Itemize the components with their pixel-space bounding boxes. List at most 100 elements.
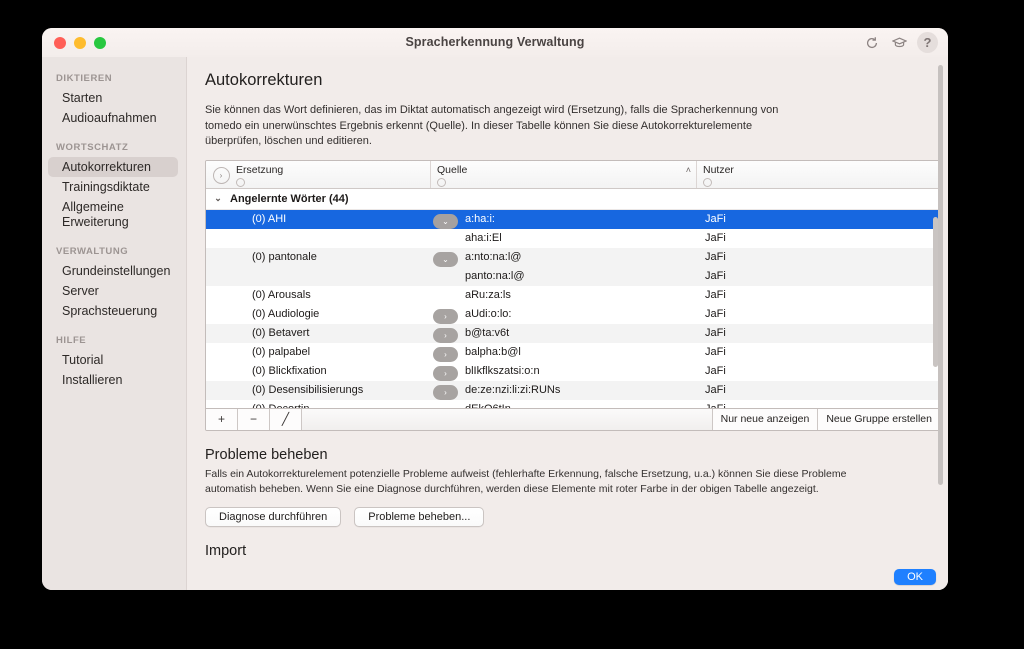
table-group-label: Angelernte Wörter (44) xyxy=(230,192,349,205)
graduation-cap-icon-svg xyxy=(892,37,907,48)
cell-quelle-text: aha:i:El xyxy=(465,232,502,244)
sidebar: DIKTIEREN Starten Audioaufnahmen WORTSCH… xyxy=(42,57,187,590)
content-scrollbar[interactable] xyxy=(937,63,944,586)
cell-nutzer: JaFi xyxy=(705,270,726,282)
sidebar-item-server[interactable]: Server xyxy=(48,281,178,301)
graduation-cap-icon[interactable] xyxy=(889,32,910,53)
cell-ersetzung: (0) Decortin xyxy=(230,403,431,408)
sidebar-item-starten[interactable]: Starten xyxy=(48,88,178,108)
problems-heading: Probleme beheben xyxy=(205,446,328,463)
table-row[interactable]: (0) Blickfixation › blIkflkszatsi:o:n Ja… xyxy=(206,362,940,381)
cell-quelle: ⌄ a:nto:na:l@ xyxy=(431,251,697,267)
add-button[interactable]: + xyxy=(206,408,238,430)
cell-quelle-text: panto:na:l@ xyxy=(465,270,525,282)
cell-ersetzung: (0) pantonale xyxy=(252,251,317,263)
cell-quelle: › balpha:b@l xyxy=(431,346,697,362)
column-header-quelle[interactable]: Quelle ˄ xyxy=(431,160,697,188)
table-row[interactable]: panto:na:l@ JaFi xyxy=(206,266,940,286)
show-new-only-button[interactable]: Nur neue anzeigen xyxy=(711,408,818,430)
cell-nutzer: JaFi xyxy=(705,346,726,358)
sidebar-item-installieren[interactable]: Installieren xyxy=(48,370,178,390)
cell-quelle-text: dEkO6tIn xyxy=(465,403,511,408)
app-window: Spracherkennung Verwaltung ? DIKTIEREN S… xyxy=(42,28,948,590)
sidebar-item-allgemeine-erweiterung[interactable]: Allgemeine Erweiterung xyxy=(48,197,178,232)
cell-quelle-text: blIkflkszatsi:o:n xyxy=(465,365,540,377)
chevron-down-icon[interactable]: ⌄ xyxy=(433,214,458,229)
table-row[interactable]: (0) palpabel › balpha:b@l JaFi xyxy=(206,343,940,362)
fix-problems-button[interactable]: Probleme beheben... xyxy=(354,506,485,527)
cell-quelle-text: a:ha:i: xyxy=(465,213,495,225)
cell-quelle: ⌄ a:ha:i: xyxy=(431,213,697,229)
table-row[interactable]: (0) pantonale ⌄ a:nto:na:l@ JaFi xyxy=(206,247,940,267)
cell-nutzer: JaFi xyxy=(705,308,726,320)
cell-quelle-text: b@ta:v6t xyxy=(465,327,510,339)
sidebar-group-title: DIKTIEREN xyxy=(56,73,113,84)
cell-quelle-text: de:ze:nzi:li:zi:RUNs xyxy=(465,384,561,396)
cell-quelle: panto:na:l@ xyxy=(431,270,697,282)
chevron-right-icon[interactable]: › xyxy=(433,347,458,362)
sidebar-item-tutorial[interactable]: Tutorial xyxy=(48,350,178,370)
column-header-nutzer[interactable]: Nutzer xyxy=(697,161,940,188)
filter-circle-icon xyxy=(236,177,245,187)
sidebar-group-verwaltung: VERWALTUNG Grundeinstellungen Server Spr… xyxy=(42,246,186,321)
chevron-right-icon[interactable]: › xyxy=(433,366,458,381)
edit-button[interactable]: ╱ xyxy=(270,408,302,430)
sidebar-group-hilfe: HILFE Tutorial Installieren xyxy=(42,335,186,390)
sidebar-item-trainingsdiktate[interactable]: Trainingsdiktate xyxy=(48,177,178,197)
table-row[interactable]: (0) Arousals aRu:za:ls JaFi xyxy=(206,286,940,305)
filter-circle-icon xyxy=(437,177,446,187)
cell-ersetzung: (0) AHI xyxy=(252,213,287,225)
cell-quelle: › de:ze:nzi:li:zi:RUNs xyxy=(431,384,697,400)
sidebar-item-audioaufnahmen[interactable]: Audioaufnahmen xyxy=(48,108,178,128)
sidebar-item-grundeinstellungen[interactable]: Grundeinstellungen xyxy=(48,261,178,281)
cell-nutzer: JaFi xyxy=(705,232,726,244)
problems-button-row: Diagnose durchführen Probleme beheben... xyxy=(205,506,926,527)
chevron-right-icon[interactable]: › xyxy=(433,309,458,324)
table-row[interactable]: (0) Desensibilisierungs › de:ze:nzi:li:z… xyxy=(206,380,940,400)
chevron-down-icon[interactable]: ⌄ xyxy=(206,193,230,204)
refresh-icon[interactable] xyxy=(861,32,882,53)
chevron-down-icon[interactable]: ⌄ xyxy=(433,252,458,267)
cell-nutzer: JaFi xyxy=(705,384,726,396)
content-pane: Autokorrekturen Sie können das Wort defi… xyxy=(187,57,948,590)
bottom-bar: OK xyxy=(187,563,948,590)
column-header-ersetzung[interactable]: Ersetzung xyxy=(230,160,431,188)
table-group-row[interactable]: ⌄ Angelernte Wörter (44) xyxy=(206,188,940,210)
cell-quelle-text: balpha:b@l xyxy=(465,346,521,358)
chevron-right-icon[interactable]: › xyxy=(433,328,458,343)
sidebar-group-diktieren: DIKTIEREN Starten Audioaufnahmen xyxy=(42,73,186,128)
table-header-row: › Ersetzung Quelle ˄ Nutzer xyxy=(206,160,940,189)
new-group-button[interactable]: Neue Gruppe erstellen xyxy=(817,408,940,430)
ok-button[interactable]: OK xyxy=(894,569,936,585)
content-inner: Autokorrekturen Sie können das Wort defi… xyxy=(187,57,948,590)
refresh-icon-svg xyxy=(866,36,877,48)
table-toolbar: + − ╱ Nur neue anzeigen Neue Gruppe erst… xyxy=(206,407,940,430)
sidebar-item-autokorrekturen[interactable]: Autokorrekturen xyxy=(48,157,178,177)
cell-nutzer: JaFi xyxy=(705,365,726,377)
table-row[interactable]: aha:i:El JaFi xyxy=(206,229,940,248)
cell-nutzer: JaFi xyxy=(705,251,726,263)
cell-quelle: › aUdi:o:lo: xyxy=(431,308,697,324)
table-row[interactable]: (0) Decortin dEkO6tIn JaFi xyxy=(206,400,940,408)
remove-button[interactable]: − xyxy=(238,408,270,430)
cell-ersetzung: (0) Desensibilisierungs xyxy=(252,384,364,396)
chevron-right-icon[interactable]: › xyxy=(433,385,458,400)
table-disclosure-header[interactable]: › xyxy=(206,161,230,188)
table-row[interactable]: (0) AHI ⌄ a:ha:i: JaFi xyxy=(206,209,940,229)
page-description: Sie können das Wort definieren, das im D… xyxy=(205,104,779,147)
cell-nutzer: JaFi xyxy=(697,403,940,408)
column-header-label: Ersetzung xyxy=(236,163,284,176)
table-row[interactable]: (0) Audiologie › aUdi:o:lo: JaFi xyxy=(206,305,940,324)
table-row[interactable]: (0) Betavert › b@ta:v6t JaFi xyxy=(206,323,940,343)
sidebar-item-sprachsteuerung[interactable]: Sprachsteuerung xyxy=(48,301,178,321)
cell-quelle: aRu:za:ls xyxy=(431,289,697,301)
title-bar-icons: ? xyxy=(861,32,938,53)
cell-quelle-text: a:nto:na:l@ xyxy=(465,251,522,263)
content-scrollbar-thumb[interactable] xyxy=(938,65,943,485)
diagnose-button[interactable]: Diagnose durchführen xyxy=(205,506,342,527)
cell-quelle-text: aRu:za:ls xyxy=(465,289,511,301)
help-icon[interactable]: ? xyxy=(917,32,938,53)
